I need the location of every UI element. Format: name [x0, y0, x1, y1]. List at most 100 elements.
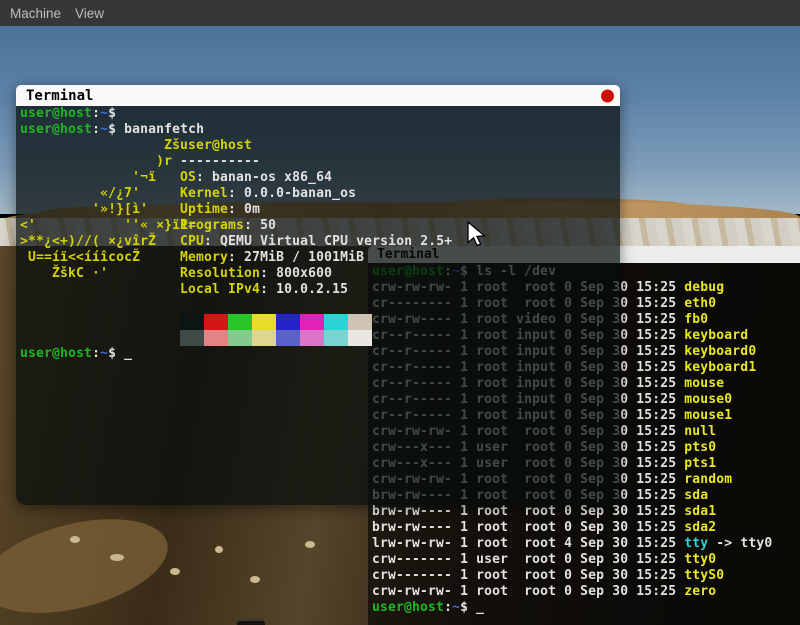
- fetch-field: Resolution: 800x600: [180, 266, 452, 282]
- color-swatch: [180, 314, 204, 330]
- color-swatch: [324, 330, 348, 346]
- terminal1-command: bananfetch: [124, 122, 204, 137]
- close-button[interactable]: [601, 89, 614, 102]
- fetch-field-value: : 0m: [228, 202, 260, 217]
- ls-device-name: sda: [684, 488, 708, 503]
- ls-row-meta: lrw-rw-rw- 1 root root 4 Sep 30 15:25: [372, 536, 684, 551]
- fetch-field-value: : 27MiB / 1001MiB: [228, 250, 364, 265]
- color-swatch: [228, 314, 252, 330]
- fetch-field-label: OS: [180, 170, 196, 185]
- fetch-field-value: : banan-os x86_64: [196, 170, 332, 185]
- color-swatch: [324, 314, 348, 330]
- fetch-field-label: Uptime: [180, 202, 228, 217]
- terminal1-prompt-line: user@host:~$: [16, 106, 620, 122]
- terminal2-prompt-line: user@host:~$ _: [368, 600, 800, 616]
- ls-device-name: keyboard: [684, 328, 748, 343]
- ls-device-name: null: [684, 424, 716, 439]
- fetch-field: Local IPv4: 10.0.2.15: [180, 282, 452, 298]
- ls-device-name: keyboard1: [684, 360, 756, 375]
- fetch-field-value: : 50: [244, 218, 276, 233]
- fetch-header: user@host: [180, 138, 452, 154]
- ls-device-name: mouse1: [684, 408, 732, 423]
- fetch-field: Programs: 50: [180, 218, 452, 234]
- fetch-field-label: Programs: [180, 218, 244, 233]
- menu-view[interactable]: View: [75, 6, 104, 21]
- fetch-field-label: Memory: [180, 250, 228, 265]
- bananfetch-info: user@host----------OS: banan-os x86_64Ke…: [180, 138, 452, 298]
- ls-device-name: mouse0: [684, 392, 732, 407]
- ls-row: lrw-rw-rw- 1 root root 4 Sep 30 15:25 tt…: [368, 536, 800, 552]
- truck-in-photo: [237, 621, 265, 625]
- terminal1-prompt-line: user@host:~$ _: [16, 346, 132, 362]
- pebble: [170, 568, 180, 575]
- color-swatch: [204, 314, 228, 330]
- color-swatch: [252, 314, 276, 330]
- terminal-window-bananfetch[interactable]: Terminal user@host:~$ user@host:~$ banan…: [16, 85, 620, 505]
- ls-row: brw-rw---- 1 root root 0 Sep 30 15:25 sd…: [368, 520, 800, 536]
- color-swatch: [300, 314, 324, 330]
- ls-row-meta: brw-rw---- 1 root root 0 Sep 30 15:25: [372, 504, 684, 519]
- fetch-field-label: Local IPv4: [180, 282, 260, 297]
- ls-device-name: random: [684, 472, 732, 487]
- ls-row-meta: crw------- 1 root root 0 Sep 30 15:25: [372, 568, 684, 583]
- color-swatch: [180, 330, 204, 346]
- fetch-user-host: user@host: [180, 138, 252, 153]
- color-swatch: [348, 314, 372, 330]
- fetch-separator: ----------: [180, 154, 452, 170]
- ls-device-name: mouse: [684, 376, 724, 391]
- palette-row-1: [180, 314, 372, 330]
- ls-row: crw------- 1 root root 0 Sep 30 15:25 tt…: [368, 568, 800, 584]
- ls-device-name: pts0: [684, 440, 716, 455]
- ls-row-meta: crw------- 1 user root 0 Sep 30 15:25: [372, 552, 684, 567]
- fetch-field-value: : 800x600: [260, 266, 332, 281]
- text-cursor: _: [124, 346, 132, 361]
- terminal-color-palette: [180, 314, 372, 346]
- ls-device-name: ttyS0: [684, 568, 724, 583]
- fetch-field: CPU: QEMU Virtual CPU version 2.5+: [180, 234, 452, 250]
- ls-row: crw-rw-rw- 1 root root 0 Sep 30 15:25 ze…: [368, 584, 800, 600]
- terminal1-titlebar[interactable]: Terminal: [16, 85, 620, 106]
- color-swatch: [348, 330, 372, 346]
- fetch-field-value: : QEMU Virtual CPU version 2.5+: [204, 234, 452, 249]
- fetch-field-value: : 10.0.2.15: [260, 282, 348, 297]
- ls-device-name: debug: [684, 280, 724, 295]
- color-swatch: [252, 330, 276, 346]
- color-swatch: [276, 330, 300, 346]
- ls-device-name: tty: [684, 536, 708, 551]
- ls-device-name: keyboard0: [684, 344, 756, 359]
- ls-row-meta: crw-rw-rw- 1 root root 0 Sep 30 15:25: [372, 584, 684, 599]
- pebble: [110, 554, 124, 561]
- ls-device-name: pts1: [684, 456, 716, 471]
- fetch-field: Memory: 27MiB / 1001MiB: [180, 250, 452, 266]
- menu-machine[interactable]: Machine: [10, 6, 61, 21]
- terminal1-prompt-line: user@host:~$ bananfetch: [16, 122, 620, 138]
- fetch-field: OS: banan-os x86_64: [180, 170, 452, 186]
- fetch-field: Kernel: 0.0.0-banan_os: [180, 186, 452, 202]
- ls-row: crw------- 1 user root 0 Sep 30 15:25 tt…: [368, 552, 800, 568]
- bananfetch-ascii-art: Zš )r '¬ï «/¿7' '»!}[ì' <' ''« ×}ï1= >**…: [20, 138, 196, 282]
- pebble: [305, 541, 315, 548]
- color-swatch: [300, 330, 324, 346]
- fetch-field-label: CPU: [180, 234, 204, 249]
- vm-menu-bar: Machine View: [0, 0, 800, 26]
- pebble: [215, 546, 223, 553]
- terminal1-content[interactable]: user@host:~$ user@host:~$ bananfetch Zš …: [16, 106, 620, 505]
- ls-symlink-target: -> tty0: [708, 536, 772, 551]
- pebble: [70, 536, 80, 543]
- ls-device-name: sda2: [684, 520, 716, 535]
- fetch-field-value: : 0.0.0-banan_os: [228, 186, 356, 201]
- ls-device-name: sda1: [684, 504, 716, 519]
- palette-row-2: [180, 330, 372, 346]
- sand-patch: [0, 502, 177, 625]
- fetch-field-label: Kernel: [180, 186, 228, 201]
- ls-device-name: fb0: [684, 312, 708, 327]
- ls-device-name: zero: [684, 584, 716, 599]
- ls-device-name: tty0: [684, 552, 716, 567]
- fetch-field-label: Resolution: [180, 266, 260, 281]
- desktop: { "menu_bar": { "items": ["Machine", "Vi…: [0, 0, 800, 625]
- fetch-field: Uptime: 0m: [180, 202, 452, 218]
- color-swatch: [276, 314, 300, 330]
- text-cursor: _: [476, 600, 484, 615]
- color-swatch: [204, 330, 228, 346]
- mouse-pointer-icon: [467, 221, 487, 248]
